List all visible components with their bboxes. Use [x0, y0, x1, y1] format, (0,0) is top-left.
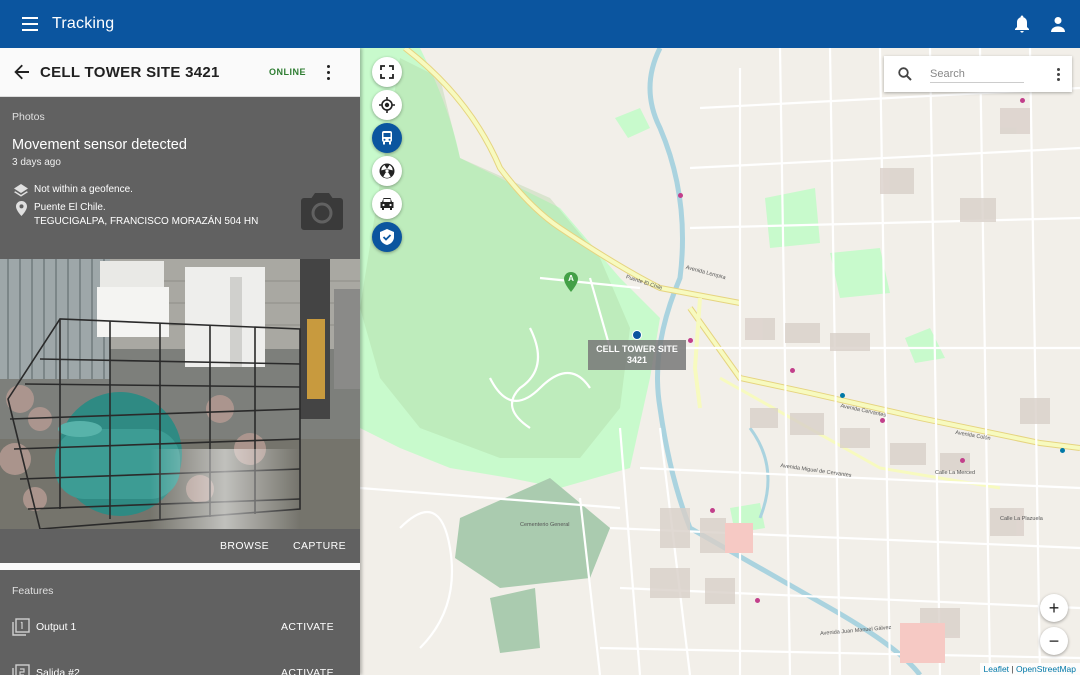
features-label: Features	[12, 585, 54, 597]
feature-row-output-2: Salida #2 ACTIVATE	[12, 662, 348, 675]
geofence-toggle-button[interactable]	[372, 222, 402, 252]
street-label: Calle La Plazuela	[1000, 516, 1043, 522]
zoom-in-button[interactable]: +	[1040, 594, 1068, 622]
leaflet-link[interactable]: Leaflet	[984, 664, 1010, 674]
fullscreen-icon	[380, 65, 394, 79]
account-icon[interactable]	[1046, 12, 1070, 36]
car-icon	[380, 198, 394, 210]
activate-button[interactable]: ACTIVATE	[281, 667, 334, 675]
shield-check-icon	[380, 229, 394, 245]
photos-section: Photos Movement sensor detected 3 days a…	[0, 97, 360, 259]
activate-button[interactable]: ACTIVATE	[281, 621, 334, 633]
location-line2: TEGUCIGALPA, FRANCISCO MORAZÁN 504 HN	[34, 216, 259, 227]
panel-header: CELL TOWER SITE 3421 ONLINE	[0, 48, 360, 97]
feature-row-output-1: Output 1 ACTIVATE	[12, 616, 348, 638]
device-name: CELL TOWER SITE 3421	[40, 63, 220, 81]
location-row: Puente El Chile. TEGUCIGALPA, FRANCISCO …	[14, 200, 259, 229]
sensor-photo[interactable]	[0, 259, 360, 529]
street-label: Calle La Merced	[935, 470, 976, 476]
search-input[interactable]	[930, 65, 1024, 83]
crosshair-icon	[379, 97, 395, 113]
location-pin-icon	[14, 200, 28, 216]
map-pin-label: A	[568, 274, 574, 283]
layers-icon	[14, 183, 28, 197]
map-view[interactable]: Puente El Chile Avenida Lempira Avenida …	[360, 48, 1080, 675]
feature-name: Salida #2	[36, 667, 80, 675]
street-label: Cementerio General	[520, 522, 570, 528]
device-marker[interactable]	[632, 330, 642, 340]
bus-icon	[382, 131, 392, 145]
fullscreen-button[interactable]	[372, 57, 402, 87]
back-arrow-icon[interactable]	[10, 60, 34, 84]
event-title: Movement sensor detected	[12, 137, 187, 153]
app-bar: Tracking	[0, 0, 1080, 48]
notifications-bell-icon[interactable]	[1010, 12, 1034, 36]
browse-button[interactable]: BROWSE	[220, 540, 269, 552]
fleet-toggle-button[interactable]	[372, 123, 402, 153]
attribution-separator: |	[1009, 664, 1016, 674]
location-line1: Puente El Chile.	[34, 202, 106, 213]
search-more-options-icon[interactable]	[1057, 67, 1060, 81]
photos-label: Photos	[12, 111, 45, 123]
output-icon	[12, 618, 30, 636]
my-location-button[interactable]	[372, 90, 402, 120]
osm-link[interactable]: OpenStreetMap	[1016, 664, 1076, 674]
menu-icon[interactable]	[20, 12, 44, 36]
marker-label-line1: CELL TOWER SITE	[596, 344, 678, 354]
status-badge: ONLINE	[268, 67, 306, 77]
zoom-out-button[interactable]: −	[1040, 627, 1068, 655]
section-divider	[0, 563, 360, 570]
map-search-box	[884, 56, 1072, 92]
camera-icon[interactable]	[300, 191, 344, 231]
output-icon	[12, 664, 30, 675]
map-attribution: Leaflet | OpenStreetMap	[979, 663, 1080, 675]
vehicles-layer-button[interactable]	[372, 189, 402, 219]
radiation-icon	[379, 163, 395, 179]
geofence-row: Not within a geofence.	[14, 183, 133, 197]
more-options-icon[interactable]	[316, 60, 340, 84]
capture-button[interactable]: CAPTURE	[293, 540, 346, 552]
feature-name: Output 1	[36, 621, 77, 633]
event-time: 3 days ago	[12, 157, 61, 168]
geofence-text: Not within a geofence.	[34, 184, 133, 195]
app-title: Tracking	[52, 15, 115, 32]
hazard-layer-button[interactable]	[372, 156, 402, 186]
map-pin-a[interactable]: A	[564, 272, 578, 292]
map-tiles[interactable]	[360, 48, 1080, 675]
device-marker-label[interactable]: CELL TOWER SITE 3421	[588, 340, 686, 370]
marker-label-line2: 3421	[626, 355, 648, 365]
search-icon[interactable]	[894, 63, 916, 85]
photo-actions: BROWSE CAPTURE	[0, 529, 360, 563]
device-detail-panel: CELL TOWER SITE 3421 ONLINE Photos Movem…	[0, 48, 360, 675]
